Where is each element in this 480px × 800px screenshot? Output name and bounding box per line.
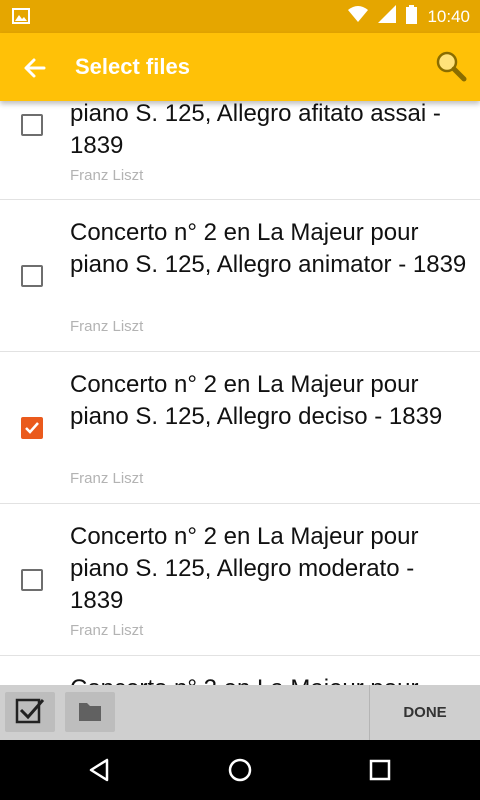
back-arrow-icon[interactable] — [20, 53, 50, 83]
item-checkbox[interactable] — [21, 114, 43, 136]
list-item[interactable]: Concerto n° 2 en La Majeur pour — [0, 656, 480, 685]
item-checkbox[interactable] — [21, 265, 43, 287]
item-title: Concerto n° 2 en La Majeur pour piano S.… — [70, 219, 467, 278]
status-bar: 10:40 — [0, 0, 480, 33]
item-title: piano S. 125, Allegro afitato assai - 18… — [70, 101, 441, 159]
item-artist: Franz Liszt — [70, 318, 144, 335]
item-title: Concerto n° 2 en La Majeur pour piano S.… — [70, 523, 419, 614]
search-icon[interactable] — [434, 49, 468, 83]
file-list: piano S. 125, Allegro afitato assai - 18… — [0, 101, 480, 685]
app-bar: Select files — [0, 33, 480, 101]
item-artist: Franz Liszt — [70, 167, 144, 184]
system-nav-bar — [0, 740, 480, 800]
item-artist: Franz Liszt — [70, 622, 144, 639]
select-all-button[interactable] — [5, 692, 55, 732]
list-item[interactable]: piano S. 125, Allegro afitato assai - 18… — [0, 101, 480, 200]
folder-icon — [79, 703, 101, 721]
recents-square-icon[interactable] — [365, 755, 395, 785]
back-triangle-icon[interactable] — [85, 755, 115, 785]
item-checkbox[interactable] — [21, 569, 43, 591]
home-circle-icon[interactable] — [225, 755, 255, 785]
item-title: Concerto n° 2 en La Majeur pour — [70, 673, 470, 685]
item-artist: Franz Liszt — [70, 470, 144, 487]
bottom-action-bar: DONE — [0, 685, 480, 740]
list-item[interactable]: Concerto n° 2 en La Majeur pour piano S.… — [0, 504, 480, 656]
wifi-icon — [348, 5, 369, 28]
item-title: Concerto n° 2 en La Majeur pour piano S.… — [70, 371, 443, 430]
signal-icon — [378, 5, 397, 28]
battery-icon — [406, 4, 418, 29]
done-button[interactable]: DONE — [370, 685, 480, 740]
image-icon — [12, 8, 30, 29]
list-item[interactable]: Concerto n° 2 en La Majeur pour piano S.… — [0, 352, 480, 504]
status-time: 10:40 — [427, 6, 470, 26]
folder-button[interactable] — [65, 692, 115, 732]
list-item[interactable]: Concerto n° 2 en La Majeur pour piano S.… — [0, 200, 480, 352]
checkmark-icon — [25, 422, 39, 434]
item-checkbox[interactable] — [21, 417, 43, 439]
select-all-icon — [15, 698, 45, 724]
page-title: Select files — [75, 54, 190, 79]
